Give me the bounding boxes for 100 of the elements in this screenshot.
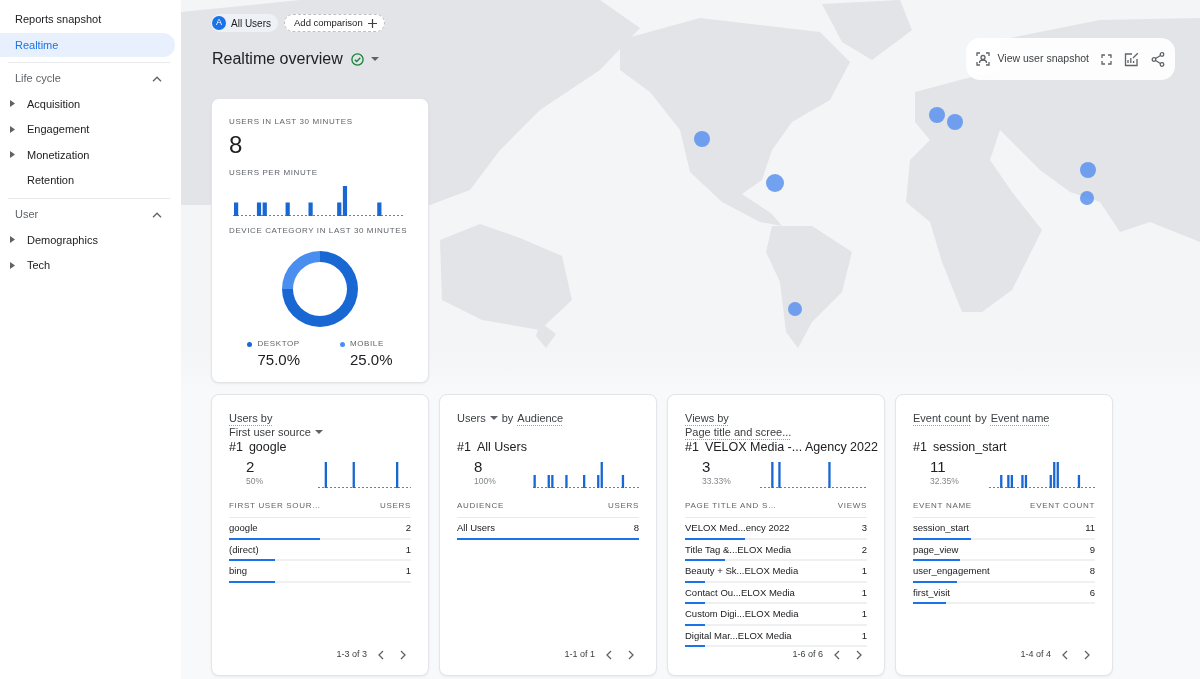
column-header: EVENT COUNT [1030,500,1095,512]
fullscreen-icon [1101,53,1112,65]
nav-link[interactable]: Tech [0,252,172,278]
metric-label: USERS IN LAST 30 MINUTES [229,116,354,128]
legend-label: DESKTOP [257,338,300,350]
location-dot-icon [1080,191,1094,205]
location-dot-icon [947,114,963,130]
column-header: PAGE TITLE AND S… [685,500,777,512]
metric-value: 11 [930,458,947,476]
add-comparison-button[interactable]: Add comparison [284,14,385,32]
table-cell: (direct) [229,543,259,556]
table-cell: user_engagement [913,565,990,577]
table-cell: 2 [861,543,867,556]
table-cell: 1 [861,586,867,599]
chevron-left-icon [1062,650,1068,660]
location-dot-icon [766,174,784,192]
rank-label: #1 [229,438,243,456]
metric-share: 100% [474,476,496,487]
column-header: FIRST USER SOUR… [229,500,321,512]
caret-right-icon [10,125,15,133]
table-cell: 2 [405,522,411,534]
pagination-label: 1-4 of 4 [1020,648,1051,662]
table-cell: page_view [913,543,959,556]
column-header: USERS [607,500,639,512]
rank-label: #1 [457,438,471,456]
location-dot-icon [929,107,945,123]
legend-label: MOBILE [350,338,384,350]
chevron-right-icon [628,650,634,660]
column-header: AUDIENCE [457,500,504,512]
table-cell: 1 [405,543,411,556]
plus-icon [367,18,377,28]
check-circle-icon [350,52,364,66]
metric-value: 3 [702,458,712,476]
chart-pencil-icon [1124,51,1139,67]
chevron-right-icon [856,650,862,660]
column-header: EVENT NAME [913,500,972,512]
metric-share: 33.33% [702,476,731,487]
rank-label: #1 [913,438,927,456]
table-cell: 1 [861,629,867,642]
metric-label: DEVICE CATEGORY IN LAST 30 MINUTES [229,225,409,237]
table-cell: Contact Ou...ELOX Media [685,586,795,599]
table-cell: 3 [861,522,867,534]
view-user-snapshot-button[interactable]: View user snapshot [973,49,1091,69]
metric-value: 8 [474,458,484,476]
nav-link[interactable]: Reports snapshot [0,7,175,31]
fullscreen-button[interactable] [1099,51,1114,67]
table-cell: 1 [861,565,867,577]
nav-link[interactable]: Realtime [0,33,175,57]
audience-chip[interactable]: A All Users [211,14,278,32]
location-dot-icon [788,302,802,316]
caret-right-icon [10,100,15,108]
table-cell: 9 [1089,543,1095,556]
table-cell: 8 [633,522,639,534]
chevron-right-icon [400,650,406,660]
table-cell: Custom Digi...ELOX Media [685,608,799,620]
caret-right-icon [10,151,15,159]
nav-link[interactable]: Acquisition [0,91,172,117]
metric-dropdown[interactable]: Users [457,409,498,427]
table-cell: bing [229,565,247,577]
table-cell: session_start [913,522,969,534]
column-header: USERS [379,500,411,512]
table-cell: Digital Mar...ELOX Media [685,629,792,642]
top-item-label: google [248,438,287,456]
dimension-link[interactable]: Event name [990,409,1050,427]
table-cell: Title Tag &...ELOX Media [685,543,792,556]
table-cell: VELOX Med...ency 2022 [685,522,790,534]
title-text: by [501,410,514,426]
table-cell: 11 [1085,522,1095,534]
metric-value: 8 [229,132,244,158]
pagination-label: 1-1 of 1 [564,648,595,662]
table-cell: 6 [1089,586,1095,599]
chevron-left-icon [606,650,612,660]
location-dot-icon [1080,162,1096,178]
audience-avatar: A [212,16,226,30]
table-cell: first_visit [913,586,950,599]
nav-link[interactable]: Demographics [0,227,172,253]
metric-value: 2 [246,458,256,476]
share-icon [1151,51,1165,67]
caret-right-icon [10,236,15,244]
nav-link[interactable]: Monetization [0,142,172,168]
dimension-link[interactable]: Event count [913,409,972,427]
table-cell: 1 [405,565,411,577]
share-button[interactable] [1149,49,1167,69]
top-item-label: All Users [476,438,527,456]
rank-label: #1 [685,438,699,456]
pagination-label: 1-6 of 6 [792,648,823,662]
chevron-left-icon [834,650,840,660]
nav-link[interactable]: Engagement [0,116,172,142]
caret-right-icon [10,261,15,269]
metric-share: 32.35% [930,476,959,487]
chevron-right-icon [1084,650,1090,660]
dimension-link[interactable]: Audience [517,409,564,427]
section-toggle[interactable]: User [0,202,172,227]
caret-down-icon [489,416,498,420]
nav-link[interactable]: Retention [0,167,172,193]
column-header: VIEWS [837,500,867,512]
table-cell: google [229,522,258,534]
share-value: 75.0% [256,351,300,369]
location-dot-icon [694,131,710,147]
section-toggle[interactable]: Life cycle [0,66,172,91]
